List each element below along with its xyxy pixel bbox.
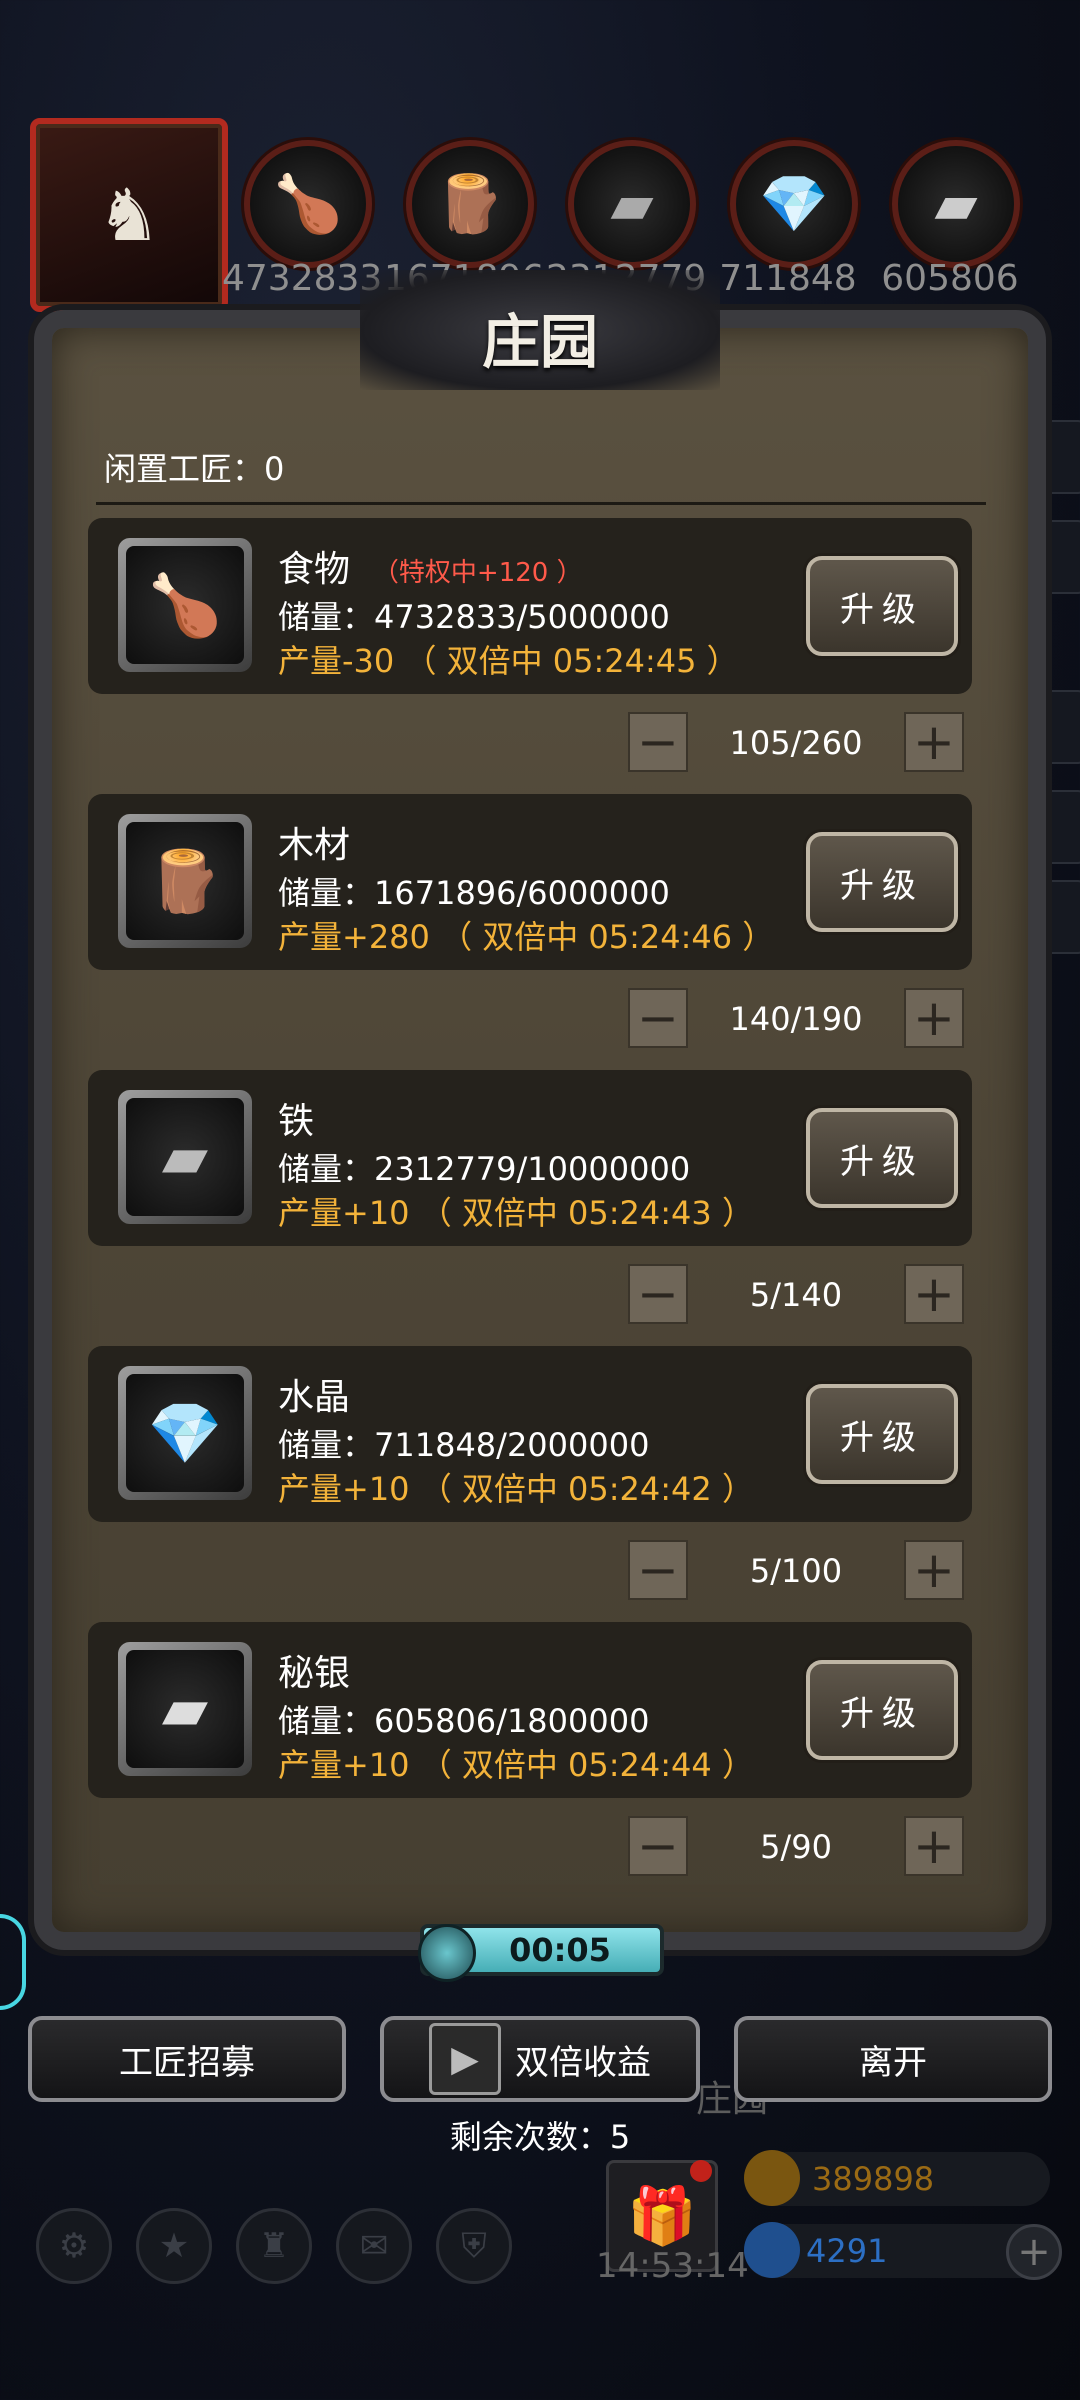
side-tab	[1042, 790, 1080, 864]
worker-count: 5/140	[749, 1276, 843, 1314]
wood-icon: 🪵	[406, 140, 534, 268]
gold-coin-icon	[744, 2150, 800, 2206]
decrease-button[interactable]: −	[628, 1816, 688, 1876]
wood-icon: 🪵	[118, 814, 252, 948]
decrease-button[interactable]: −	[628, 1540, 688, 1600]
double-income-label: 双倍收益	[515, 2042, 651, 2083]
gem-amount: 4291	[806, 2232, 888, 2270]
crystal-icon: 💎	[730, 140, 858, 268]
gold-amount: 389898	[812, 2160, 935, 2198]
food-icon: 🍗	[244, 140, 372, 268]
shield-icon: ⛨	[436, 2208, 512, 2284]
upgrade-button[interactable]: 升级	[806, 1660, 958, 1760]
resource-name: 铁	[278, 1101, 315, 1142]
resource-production: 产量-30 （ 双倍中 05:24:45 ）	[278, 642, 739, 680]
crystal-amount: 711848	[719, 258, 857, 299]
upgrade-button[interactable]: 升级	[806, 832, 958, 932]
star-icon: ★	[136, 2208, 212, 2284]
side-tab	[1042, 520, 1080, 594]
divider	[96, 502, 986, 505]
worker-count: 5/100	[749, 1552, 843, 1590]
increase-button[interactable]: +	[904, 1264, 964, 1324]
panel-title: 庄园	[481, 308, 598, 376]
resource-storage: 储量：4732833/5000000	[278, 598, 670, 636]
resource-name: 木材	[278, 825, 351, 866]
side-tab	[1042, 880, 1080, 954]
upgrade-button[interactable]: 升级	[806, 556, 958, 656]
resource-name: 食物 （特权中+120 ）	[278, 549, 583, 590]
decrease-button[interactable]: −	[628, 988, 688, 1048]
iron-icon: ▰	[118, 1090, 252, 1224]
resource-storage: 储量：711848/2000000	[278, 1426, 650, 1464]
privilege-bonus: （特权中+120 ）	[372, 558, 583, 588]
double-income-button[interactable]: ▶ 双倍收益	[380, 2016, 700, 2102]
decrease-button[interactable]: −	[628, 1264, 688, 1324]
mail-icon: ✉	[336, 2208, 412, 2284]
background-clock: 14:53:14	[596, 2246, 749, 2286]
resource-storage: 储量：605806/1800000	[278, 1702, 650, 1740]
food-amount: 4732833	[222, 258, 383, 299]
increase-button[interactable]: +	[904, 712, 964, 772]
resource-production: 产量+10 （ 双倍中 05:24:42 ）	[278, 1470, 754, 1508]
worker-count: 105/260	[729, 724, 863, 762]
side-tab	[1042, 420, 1080, 494]
decrease-button[interactable]: −	[628, 712, 688, 772]
increase-button[interactable]: +	[904, 988, 964, 1048]
resource-name: 秘银	[278, 1653, 351, 1694]
side-tab	[1042, 690, 1080, 764]
upgrade-button[interactable]: 升级	[806, 1384, 958, 1484]
upgrade-button[interactable]: 升级	[806, 1108, 958, 1208]
player-avatar[interactable]: ♞	[30, 118, 228, 312]
gem-icon	[744, 2222, 800, 2278]
resource-production: 产量+10 （ 双倍中 05:24:43 ）	[278, 1194, 754, 1232]
clock-icon	[418, 1924, 476, 1982]
leave-button[interactable]: 离开	[734, 2016, 1052, 2102]
left-edge-tab	[0, 1914, 26, 2010]
mithril-icon: ▰	[118, 1642, 252, 1776]
resource-name: 水晶	[278, 1377, 351, 1418]
horse-icon: ♞	[96, 173, 162, 257]
increase-button[interactable]: +	[904, 1816, 964, 1876]
increase-button[interactable]: +	[904, 1540, 964, 1600]
remaining-count: 剩余次数：5	[449, 2118, 631, 2156]
play-icon: ▶	[429, 2023, 501, 2095]
castle-icon: ♜	[236, 2208, 312, 2284]
resource-production: 产量+280 （ 双倍中 05:24:46 ）	[278, 918, 775, 956]
mithril-icon: ▰	[892, 140, 1020, 268]
worker-count: 140/190	[729, 1000, 863, 1038]
iron-icon: ▰	[568, 140, 696, 268]
idle-workers-label: 闲置工匠：0	[104, 450, 285, 488]
resource-production: 产量+10 （ 双倍中 05:24:44 ）	[278, 1746, 754, 1784]
recruit-craftsman-button[interactable]: 工匠招募	[28, 2016, 346, 2102]
crystal-icon: 💎	[118, 1366, 252, 1500]
worker-count: 5/90	[760, 1828, 832, 1866]
notification-dot	[690, 2160, 712, 2182]
resource-storage: 储量：1671896/6000000	[278, 874, 670, 912]
add-currency-icon: +	[1006, 2224, 1062, 2280]
food-icon: 🍗	[118, 538, 252, 672]
settings-icon: ⚙	[36, 2208, 112, 2284]
resource-storage: 储量：2312779/10000000	[278, 1150, 691, 1188]
mithril-amount: 605806	[881, 258, 1019, 299]
